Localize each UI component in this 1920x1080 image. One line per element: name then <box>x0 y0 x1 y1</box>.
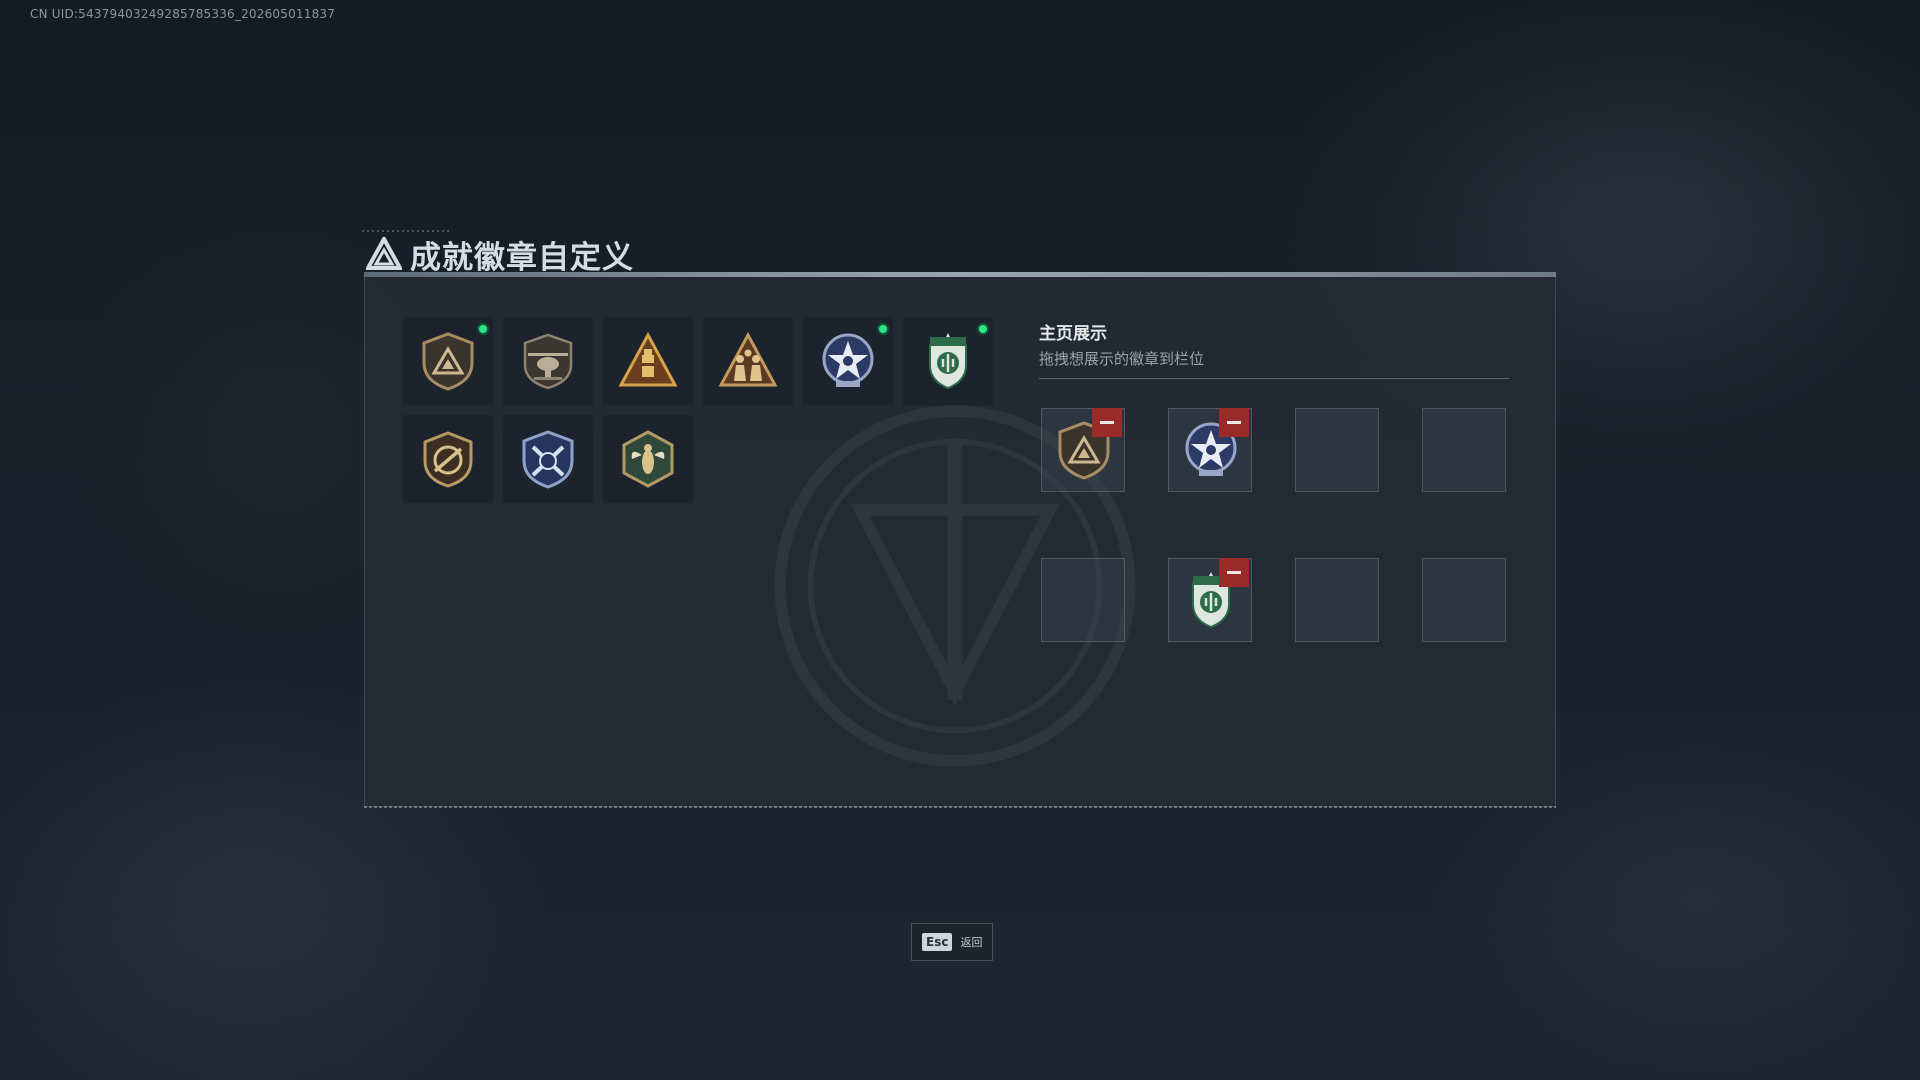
equipped-indicator <box>877 323 889 335</box>
badge-item[interactable] <box>503 415 593 503</box>
uid-label: CN UID:5437940324928578533​6_20260501183… <box>30 7 336 21</box>
back-button[interactable]: Esc 返回 <box>911 923 993 961</box>
rifle-shield-badge-icon <box>423 431 473 488</box>
badge-item[interactable] <box>803 317 893 405</box>
homepage-showcase: 主页展示 拖拽想展示的徽章到栏位 <box>1039 319 1509 379</box>
blue-crossed-shield-badge-icon <box>522 430 574 489</box>
equipped-indicator <box>477 323 489 335</box>
showcase-slot[interactable] <box>1041 408 1125 492</box>
showcase-slot-empty[interactable] <box>1295 408 1379 492</box>
green-shield-badge-icon <box>929 333 967 390</box>
title-row: 成就徽章自定义 <box>366 232 634 276</box>
badge-item[interactable] <box>403 317 493 405</box>
blue-star-wreath-badge-icon <box>822 333 874 387</box>
showcase-slot[interactable] <box>1168 558 1252 642</box>
showcase-divider <box>1039 378 1509 379</box>
bronze-triangle-shield-badge-icon <box>422 332 474 391</box>
esc-key-hint: Esc <box>922 933 953 951</box>
showcase-title: 主页展示 <box>1039 324 1107 344</box>
panel-bottom-line <box>364 806 1556 808</box>
panel-top-bar <box>364 272 1556 277</box>
remove-badge-button[interactable] <box>1219 558 1249 587</box>
badge-collection-grid <box>403 317 993 503</box>
triangle-logo-icon <box>366 237 402 270</box>
badge-item[interactable] <box>703 317 793 405</box>
back-label: 返回 <box>960 936 983 949</box>
soldiers-triangle-badge-icon <box>718 331 778 387</box>
showcase-slot-empty[interactable] <box>1041 558 1125 642</box>
badge-item[interactable] <box>603 317 693 405</box>
remove-badge-button[interactable] <box>1219 408 1249 437</box>
wasp-hexagon-badge-icon <box>622 430 674 488</box>
showcase-slot[interactable] <box>1168 408 1252 492</box>
remove-badge-button[interactable] <box>1092 408 1122 437</box>
helicopter-badge-icon <box>523 333 573 390</box>
showcase-slot-empty[interactable] <box>1295 558 1379 642</box>
showcase-slot-empty[interactable] <box>1422 558 1506 642</box>
badge-item[interactable] <box>903 317 993 405</box>
showcase-hint: 拖拽想展示的徽章到栏位 <box>1039 350 1205 368</box>
badge-item[interactable] <box>603 415 693 503</box>
showcase-slot-empty[interactable] <box>1422 408 1506 492</box>
badge-customize-panel: 主页展示 拖拽想展示的徽章到栏位 <box>364 272 1556 808</box>
badge-item[interactable] <box>403 415 493 503</box>
gold-triangle-ammo-badge-icon <box>618 331 678 387</box>
page-title: 成就徽章自定义 <box>410 239 634 276</box>
equipped-indicator <box>977 323 989 335</box>
badge-item[interactable] <box>503 317 593 405</box>
